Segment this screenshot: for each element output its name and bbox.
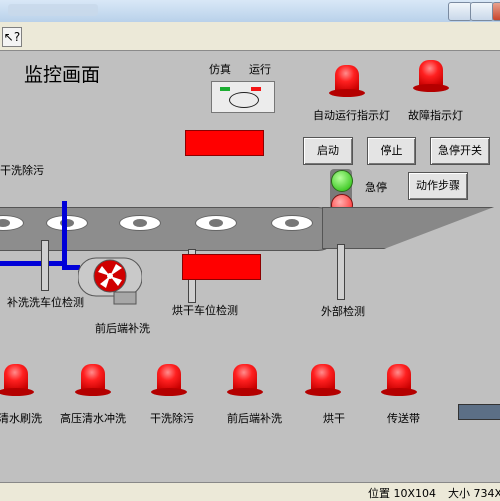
front-rear-wash-label: 前后端补洗 (95, 322, 150, 335)
window-titlebar (0, 0, 500, 22)
bottom-lamp-label: 清水刷洗 (0, 412, 42, 425)
auto-run-indicator-label: 自动运行指示灯 (313, 109, 390, 122)
mini-toolbar[interactable] (458, 404, 500, 420)
external-detect-label: 外部检测 (321, 305, 365, 318)
size-readout: 大小 734X (448, 487, 500, 500)
close-button[interactable] (492, 2, 500, 21)
status-red-block-top (185, 130, 264, 156)
status-red-block-mid (182, 254, 261, 280)
roller-icon (195, 215, 237, 231)
sim-label: 仿真 (209, 63, 231, 76)
estop-switch-button[interactable]: 急停开关 (430, 137, 490, 165)
action-steps-button[interactable]: 动作步骤 (408, 172, 468, 200)
position-readout: 位置 10X104 (368, 487, 437, 500)
sim-led (220, 87, 230, 91)
help-pointer-icon[interactable]: ↖? (2, 27, 22, 47)
fault-indicator-lamp (413, 60, 449, 94)
high-pressure-rinse-lamp (75, 364, 111, 398)
stop-button[interactable]: 停止 (367, 137, 416, 165)
bottom-lamp-label: 传送带 (387, 412, 420, 425)
bottom-lamp-label: 高压清水冲洗 (60, 412, 126, 425)
water-pipe (0, 261, 67, 266)
bottom-lamp-label: 烘干 (323, 412, 345, 425)
switch-icon (229, 92, 259, 108)
front-rear-wash-lamp (227, 364, 263, 398)
estop-label: 急停 (365, 181, 387, 194)
dry-lamp (305, 364, 341, 398)
toolbar: ↖? (0, 22, 500, 51)
mode-switch[interactable] (211, 81, 275, 113)
status-bar: 位置 10X104 大小 734X (0, 482, 500, 501)
roller-icon (46, 215, 88, 231)
green-led-icon (331, 170, 353, 192)
bottom-lamp-label: 前后端补洗 (227, 412, 282, 425)
dry-clean-label-top: 干洗除污 (0, 164, 44, 177)
fault-indicator-label: 故障指示灯 (408, 109, 463, 122)
roller-icon (271, 215, 313, 231)
conveyor-lamp (381, 364, 417, 398)
page-title: 监控画面 (24, 64, 101, 86)
fan-icon (78, 257, 142, 305)
support-pole (337, 244, 345, 300)
clear-water-brush-lamp (0, 364, 34, 398)
window-title (8, 4, 98, 16)
run-label: 运行 (249, 63, 271, 76)
support-pole (41, 240, 49, 291)
auto-run-indicator-lamp (329, 65, 365, 99)
conveyor-ramp (322, 207, 494, 249)
run-led (251, 87, 261, 91)
start-button[interactable]: 启动 (303, 137, 353, 165)
supplement-wash-detect-label: 补洗洗车位检测 (7, 296, 84, 309)
minimize-button[interactable] (448, 2, 472, 21)
roller-icon (119, 215, 161, 231)
monitor-canvas: 监控画面 仿真 运行 自动运行指示灯 故障指示灯 启动 停止 急停开关 干洗除污… (0, 51, 500, 482)
bottom-lamp-label: 干洗除污 (150, 412, 194, 425)
maximize-button[interactable] (470, 2, 494, 21)
dry-clean-lamp (151, 364, 187, 398)
dry-position-detect-label: 烘干车位检测 (172, 304, 238, 317)
water-pipe (62, 201, 67, 265)
